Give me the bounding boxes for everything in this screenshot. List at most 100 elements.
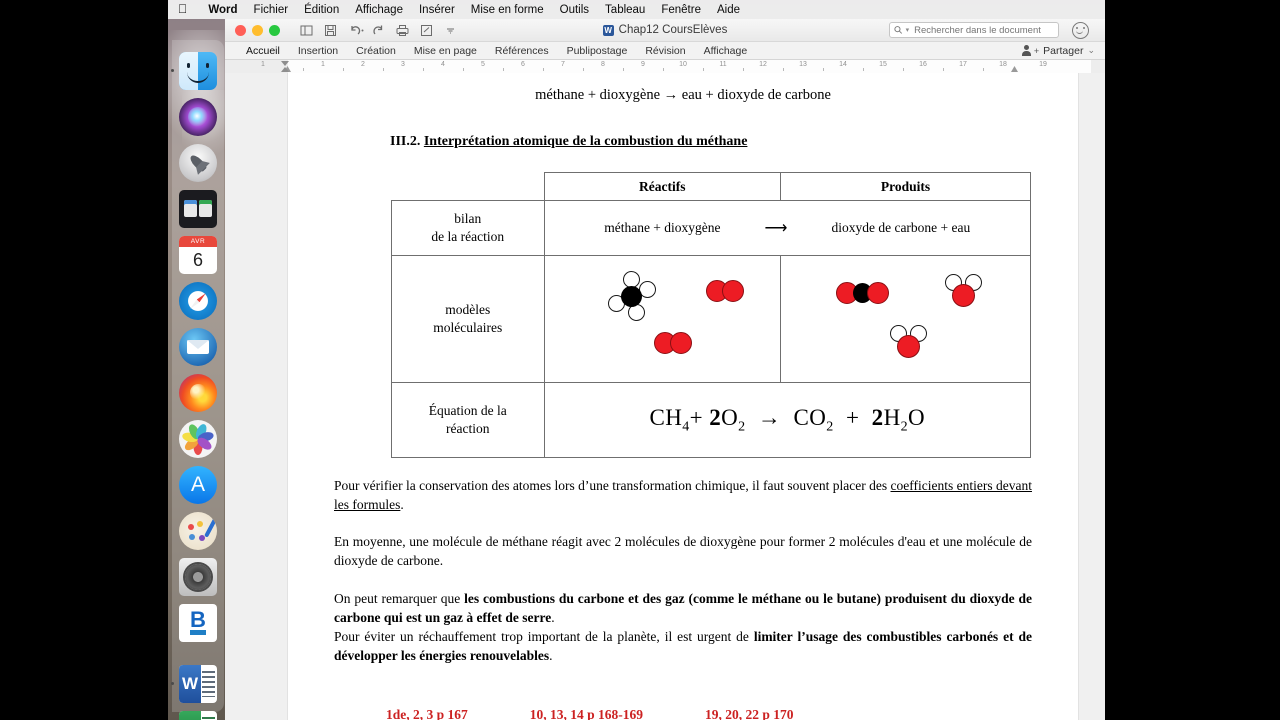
document-page[interactable]: méthane + dioxygène → eau + dioxyde de c… [288,73,1078,720]
tab-revision[interactable]: Révision [636,45,694,57]
format-icon[interactable] [420,24,433,37]
dock-item-excel[interactable]: X [179,711,217,720]
print-icon[interactable] [396,24,409,37]
molecule-dioxygene [653,332,696,354]
paragraph-4-part-c: . [549,648,553,664]
ruler-number: 18 [999,61,1007,68]
person-add-icon [1021,45,1033,56]
ruler-number: 10 [679,61,687,68]
letterbox-left [0,0,168,720]
safari-compass-icon [179,282,217,320]
menubar-item-word[interactable]: Word [200,4,245,16]
tab-insertion[interactable]: Insertion [289,45,347,57]
menubar-item-aide[interactable]: Aide [709,4,748,16]
dock-item-word[interactable]: W [171,665,217,703]
dock-item-app-store[interactable]: A [179,466,217,504]
dock-item-safari[interactable] [179,282,217,320]
mission-control-icon [179,190,217,228]
calendar-icon: AVR 6 [179,236,217,274]
macos-menu-bar:  Word Fichier Édition Affichage Insérer… [168,0,1105,19]
bilan-reactifs: méthane + dioxygène [604,220,721,235]
menubar-item-outils[interactable]: Outils [552,4,597,16]
search-container[interactable]: ▾ [889,22,1059,38]
more-options-icon[interactable] [444,24,457,37]
ruler-first-line-indent-marker[interactable] [281,61,289,66]
sidebar-toggle-icon[interactable] [300,24,313,37]
dock-item-siri[interactable] [179,98,217,136]
ruler-number: 12 [759,61,767,68]
search-dropdown-chevron-icon[interactable]: ▾ [906,26,910,34]
table-row: modèles moléculaires [391,255,1031,383]
menubar-item-fichier[interactable]: Fichier [246,4,297,16]
dock-item-mission-control[interactable] [179,190,217,228]
dock-item-finder[interactable] [171,52,217,90]
tab-publipostage[interactable]: Publipostage [558,45,637,57]
menubar-item-fenetre[interactable]: Fenêtre [653,4,709,16]
share-button[interactable]: + Partager ⌄ [1021,45,1095,57]
app-store-glyph: A [190,473,205,496]
tab-creation[interactable]: Création [347,45,405,57]
document-canvas[interactable]: méthane + dioxygène → eau + dioxyde de c… [225,73,1105,720]
mail-envelope-icon [179,328,217,366]
paragraph-3-part-c: . [551,609,555,625]
paragraph-1-part-a: Pour vérifier la conservation des atomes… [334,478,891,493]
undo-icon[interactable] [348,24,364,37]
paragraph-conservation: Pour vérifier la conservation des atomes… [334,476,1032,514]
menubar-item-inserer[interactable]: Insérer [411,4,463,16]
tab-affichage[interactable]: Affichage [695,45,757,57]
chevron-down-icon[interactable]: ⌄ [1087,45,1095,56]
finder-icon [179,52,217,90]
bilan-cell: méthane + dioxygène ⟶ dioxyde de carbone… [543,200,1031,256]
row-label-equation: Équation de la réaction [391,382,545,458]
exercise-ref-1: 1de, 2, 3 p 167 [386,707,468,720]
plus-icon: + [1033,45,1040,56]
table-header-row: Réactifs Produits [392,172,1031,201]
menubar-item-affichage[interactable]: Affichage [347,4,411,16]
tab-mise-en-page[interactable]: Mise en page [405,45,486,57]
smiley-face-icon[interactable] [1072,22,1089,39]
gear-icon [179,558,217,596]
excel-glyph: X [179,711,202,720]
photos-flower-icon [179,420,217,458]
apple-logo-icon[interactable]:  [178,3,187,16]
dock-item-paint-app[interactable] [179,512,217,550]
close-window-button[interactable] [235,24,246,36]
redo-icon[interactable] [372,24,385,37]
menubar-item-tableau[interactable]: Tableau [597,4,653,16]
exercise-ref-3: 19, 20, 22 p 170 [705,707,794,720]
dock-item-photos[interactable] [179,420,217,458]
app-store-icon: A [179,466,217,504]
dock-item-mail[interactable] [179,328,217,366]
dock-item-launchpad[interactable] [179,144,217,182]
window-controls [235,24,280,36]
dock-item-b-app[interactable]: B [179,604,217,642]
word-glyph: W [179,665,202,703]
produits-models-cell [780,255,1031,383]
reaction-word-equation: méthane + dioxygène → eau + dioxyde de c… [535,87,831,103]
reactifs-models-cell [543,255,782,383]
table-row: Équation de la réaction CH4+ 2O2 → CO2 + … [391,382,1031,458]
letterbox-right [1105,0,1280,720]
word-application-window: W Chap12 CoursElèves ▾ Accueil Insertion… [225,19,1105,720]
launchpad-rocket-icon [179,144,217,182]
minimize-window-button[interactable] [252,24,263,36]
balanced-chemical-equation: CH4+ 2O2 → CO2 + 2H2O [649,404,926,435]
dock-item-firefox[interactable] [179,374,217,412]
maximize-window-button[interactable] [269,24,280,36]
paint-palette-icon [179,512,217,550]
paragraph-greenhouse: On peut remarquer que les combustions du… [334,589,1032,627]
paragraph-4-part-a: Pour éviter un réchauffement trop import… [334,628,754,644]
calendar-month: AVR [179,236,217,247]
row-label-modeles: modèles moléculaires [391,255,545,383]
dock-item-calendar[interactable]: AVR 6 [179,236,217,274]
tab-references[interactable]: Références [486,45,558,57]
molecule-eau [890,325,936,367]
ruler-number: 4 [441,61,445,68]
tab-accueil[interactable]: Accueil [237,45,289,57]
menubar-item-mise-en-forme[interactable]: Mise en forme [463,4,552,16]
dock-item-system-preferences[interactable] [179,558,217,596]
search-input[interactable] [912,23,1054,37]
menubar-item-edition[interactable]: Édition [296,4,347,16]
save-icon[interactable] [324,24,337,37]
ruler-left-indent-marker[interactable] [281,67,289,72]
